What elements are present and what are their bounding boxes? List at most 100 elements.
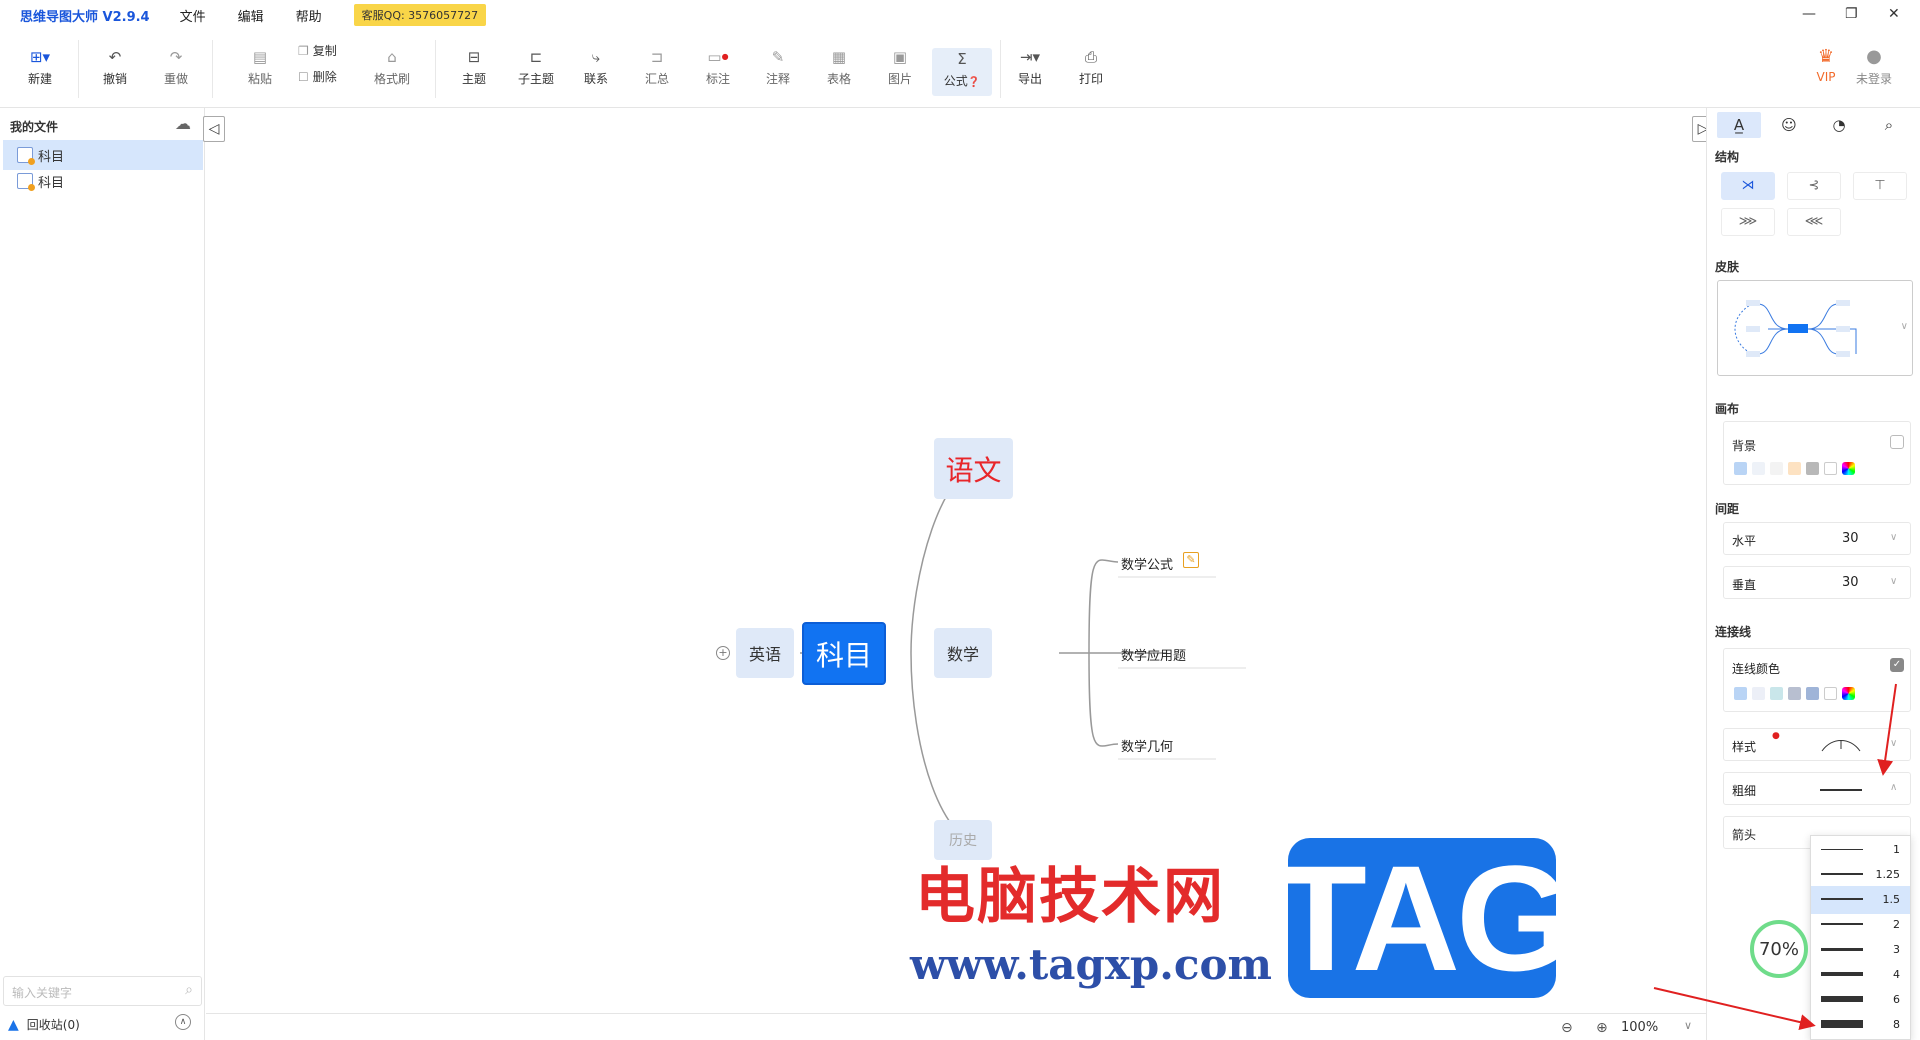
line-color-checkbox[interactable]: ✓: [1890, 658, 1904, 672]
menu-help[interactable]: 帮助: [296, 6, 322, 25]
file-search-input[interactable]: 输入关键字 ⌕: [3, 976, 202, 1006]
subtopic-math-geometry[interactable]: 数学几何: [1121, 736, 1173, 755]
color-swatch[interactable]: [1824, 687, 1837, 700]
chevron-down-icon[interactable]: ∨: [1901, 321, 1908, 332]
structure-org-icon[interactable]: ⊤: [1853, 172, 1907, 200]
topic-node-math[interactable]: 数学: [934, 628, 992, 678]
expand-plus-icon[interactable]: +: [716, 646, 730, 660]
close-icon[interactable]: ✕: [1888, 6, 1900, 22]
tab-emoji-icon[interactable]: ☺: [1767, 112, 1811, 138]
mindmap-file-icon: [17, 173, 35, 191]
thickness-option[interactable]: 1: [1811, 836, 1910, 864]
note-label: 注释: [765, 72, 790, 86]
structure-right-icon[interactable]: ⊰: [1787, 172, 1841, 200]
chevron-up-icon[interactable]: ∧: [175, 1014, 191, 1030]
note-edit-icon[interactable]: ✎: [1183, 552, 1199, 568]
formula-label: 公式: [943, 74, 968, 88]
file-item[interactable]: 科目: [3, 166, 203, 196]
tab-search-icon[interactable]: ⌕: [1867, 112, 1911, 138]
undo-button[interactable]: ↶ 撤销: [89, 48, 141, 87]
menu-edit[interactable]: 编辑: [238, 6, 264, 25]
red-arrow-annotation: [1653, 987, 1816, 1030]
thickness-option[interactable]: 8: [1811, 1011, 1910, 1039]
thickness-line-sample: [1821, 947, 1863, 951]
table-button[interactable]: ▦ 表格: [813, 48, 865, 87]
vertical-spacing-select[interactable]: 垂直 30 ∨: [1723, 566, 1911, 599]
required-dot: ●: [1772, 731, 1780, 741]
delete-button[interactable]: ☐ 删除: [298, 68, 337, 85]
mark-button[interactable]: ▭● 标注: [692, 48, 744, 87]
color-swatch[interactable]: [1734, 687, 1747, 700]
background-checkbox[interactable]: [1890, 435, 1904, 449]
color-picker-icon[interactable]: [1842, 687, 1855, 700]
thickness-line-sample: [1821, 873, 1863, 875]
topic-node-chinese[interactable]: 语文: [934, 438, 1013, 499]
color-swatch[interactable]: [1806, 462, 1819, 475]
zoom-out-icon[interactable]: ⊖: [1561, 1020, 1573, 1036]
skin-preview[interactable]: ∨: [1717, 280, 1913, 376]
copy-label: 复制: [312, 44, 337, 58]
export-button[interactable]: ⇥▾ 导出: [1004, 48, 1056, 87]
image-icon: ▣: [892, 48, 908, 66]
color-swatch[interactable]: [1824, 462, 1837, 475]
image-button[interactable]: ▣ 图片: [874, 48, 926, 87]
minimize-icon[interactable]: —: [1802, 6, 1816, 22]
color-swatch[interactable]: [1734, 462, 1747, 475]
format-brush-button[interactable]: ⌂ 格式刷: [366, 48, 418, 87]
note-button[interactable]: ✎ 注释: [752, 48, 804, 87]
vip-button[interactable]: ♛ VIP: [1800, 48, 1852, 85]
subtopic-math-formula[interactable]: 数学公式: [1121, 554, 1173, 573]
paste-icon: ▤: [252, 48, 268, 66]
thickness-option[interactable]: 6: [1811, 986, 1910, 1014]
support-qq-badge[interactable]: 客服QQ: 3576057727: [353, 4, 487, 26]
paste-button[interactable]: ▤ 粘贴: [234, 48, 286, 87]
format-brush-icon: ⌂: [387, 48, 397, 66]
app-title: 思维导图大师 V2.9.4: [20, 9, 150, 25]
topic-button[interactable]: ⊟ 主题: [448, 48, 500, 87]
color-swatch[interactable]: [1770, 462, 1783, 475]
subtopic-math-application[interactable]: 数学应用题: [1121, 645, 1186, 664]
toolbar-divider: [435, 40, 436, 98]
color-swatch[interactable]: [1788, 462, 1801, 475]
restore-icon[interactable]: ❐: [1845, 6, 1858, 22]
redo-button[interactable]: ↷ 重做: [150, 48, 202, 87]
root-node[interactable]: 科目: [802, 622, 886, 685]
formula-button[interactable]: Σ 公式❓: [932, 48, 992, 96]
print-button[interactable]: ⎙ 打印: [1065, 48, 1117, 87]
watermark-tag-logo: TAG: [1275, 833, 1573, 1002]
thickness-option[interactable]: 1.25: [1811, 861, 1910, 889]
color-picker-icon[interactable]: [1842, 462, 1855, 475]
relation-button[interactable]: ⤷ 联系: [570, 48, 622, 87]
line-color-label: 连线颜色: [1732, 662, 1781, 676]
topic-node-english[interactable]: 英语: [736, 628, 794, 678]
thickness-option[interactable]: 1.5: [1811, 886, 1910, 914]
thickness-option[interactable]: 3: [1811, 936, 1910, 964]
thickness-option[interactable]: 4: [1811, 961, 1910, 989]
color-swatch[interactable]: [1770, 687, 1783, 700]
subtopic-button[interactable]: ⊏ 子主题: [510, 48, 562, 87]
login-button[interactable]: ● 未登录: [1848, 48, 1900, 87]
color-swatch[interactable]: [1806, 687, 1819, 700]
color-swatch[interactable]: [1752, 687, 1765, 700]
new-button[interactable]: ⊞▾ 新建: [14, 48, 66, 87]
cloud-sync-icon[interactable]: ☁: [175, 114, 191, 133]
structure-fish-left-icon[interactable]: ⋘: [1787, 208, 1841, 236]
subtopic-icon: ⊏: [529, 48, 543, 66]
tab-theme-icon[interactable]: ◔: [1817, 112, 1861, 138]
color-swatch[interactable]: [1788, 687, 1801, 700]
search-icon[interactable]: ⌕: [185, 982, 193, 998]
new-label: 新建: [27, 72, 52, 86]
thickness-option[interactable]: 2: [1811, 911, 1910, 939]
menu-file[interactable]: 文件: [180, 6, 206, 25]
structure-fish-right-icon[interactable]: ⋙: [1721, 208, 1775, 236]
summary-button[interactable]: ⊐ 汇总: [631, 48, 683, 87]
copy-button[interactable]: ❐ 复制: [298, 42, 337, 59]
zoom-in-icon[interactable]: ⊕: [1596, 1020, 1608, 1036]
tab-style-icon[interactable]: A̲: [1717, 112, 1761, 138]
color-swatch[interactable]: [1752, 462, 1765, 475]
structure-mindmap-icon[interactable]: ⋊: [1721, 172, 1775, 200]
undo-label: 撤销: [102, 72, 127, 86]
recycle-bin[interactable]: ▲ 回收站(0): [8, 1016, 80, 1033]
thickness-line-sample: [1821, 923, 1863, 925]
horizontal-spacing-select[interactable]: 水平 30 ∨: [1723, 522, 1911, 555]
